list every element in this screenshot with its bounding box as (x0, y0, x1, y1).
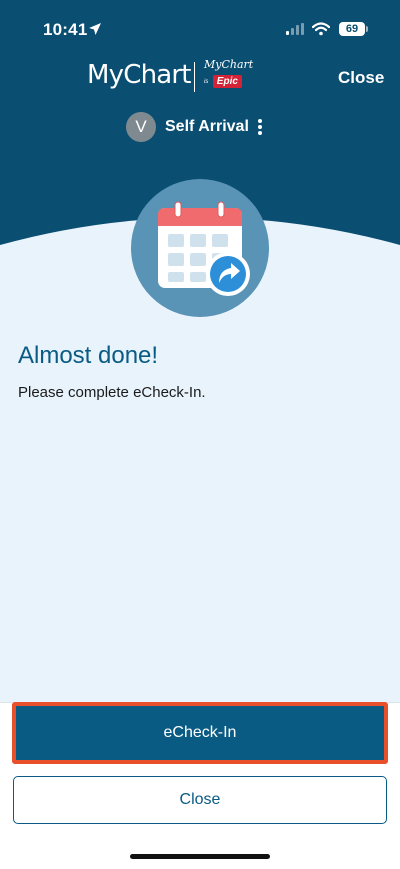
avatar: V (126, 112, 156, 142)
header-close-button[interactable]: Close (338, 68, 384, 88)
logo-epic-badge: Epic (212, 75, 242, 89)
app-screen: 10:41 69 MyChart MyChart is Epic Close V… (0, 0, 400, 869)
home-indicator (130, 854, 270, 859)
logo-by-mychart-text: MyChart (204, 58, 254, 71)
battery-tip (366, 26, 368, 32)
battery-icon: 69 (339, 22, 365, 36)
wifi-icon (312, 22, 330, 36)
status-bar: 10:41 69 (0, 0, 400, 54)
mychart-by-epic-logo: MyChart MyChart is Epic (87, 58, 259, 98)
logo-mychart-text: MyChart (87, 60, 191, 90)
status-time: 10:41 (43, 20, 88, 39)
logo-by-epic: MyChart is Epic (204, 59, 264, 91)
calendar-share-icon (131, 179, 269, 317)
instruction-text: Please complete eCheck-In. (18, 384, 206, 401)
echeckin-button[interactable]: eCheck-In (12, 702, 388, 764)
cellular-signal-icon (286, 23, 304, 35)
account-name: Self Arrival (165, 118, 249, 135)
logo-is-text: is (204, 78, 209, 85)
page-title: Almost done! (18, 342, 159, 369)
more-vertical-icon[interactable] (257, 118, 263, 136)
account-switcher[interactable]: V Self Arrival (126, 112, 263, 142)
close-button[interactable]: Close (13, 776, 387, 824)
logo-by-line: is Epic (204, 73, 264, 91)
location-arrow-icon (89, 23, 101, 35)
logo-divider (194, 62, 195, 92)
